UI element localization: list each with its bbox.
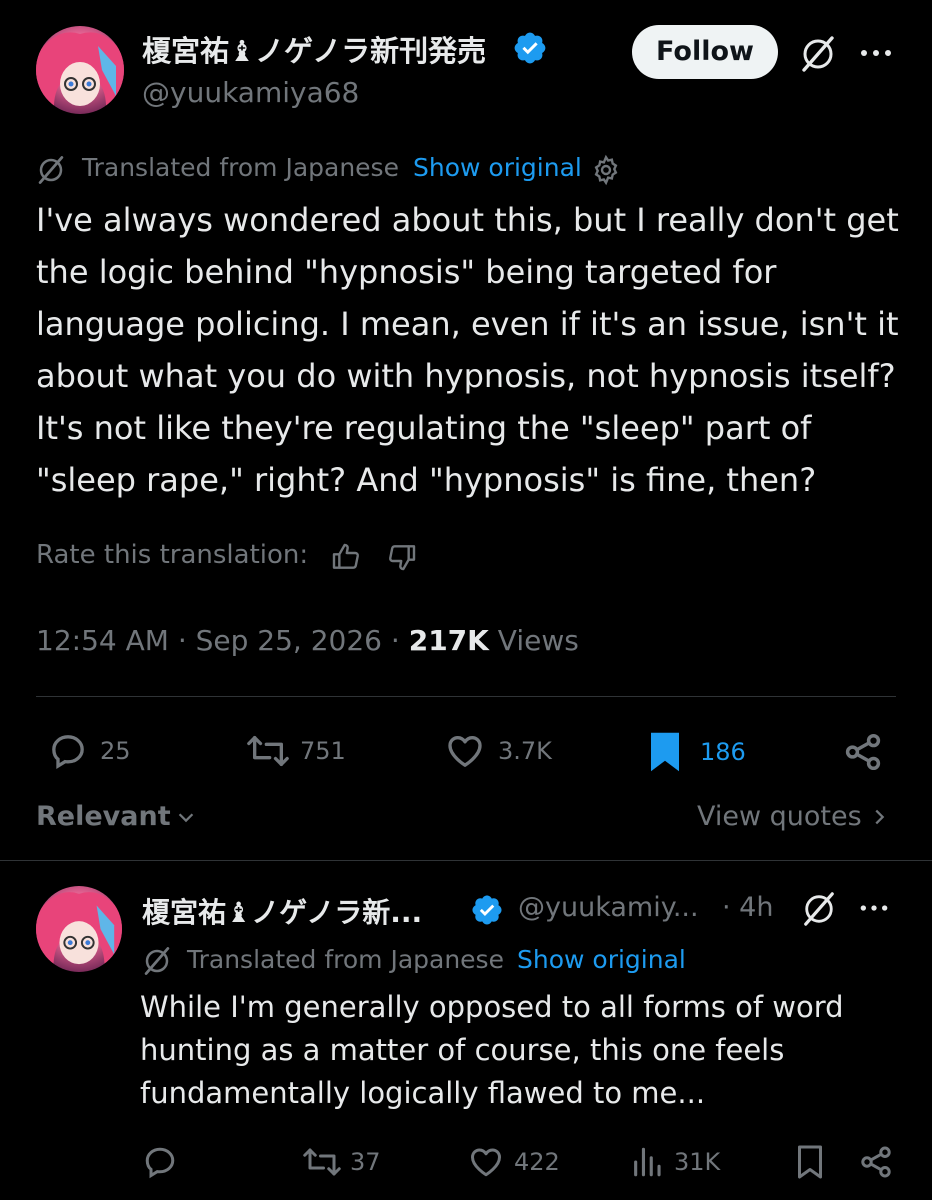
thumbs-down-icon[interactable] [386, 541, 418, 573]
tweet-time[interactable]: 12:54 AM [36, 624, 169, 657]
views-button[interactable]: 31K [630, 1144, 720, 1180]
bookmark-filled-icon [651, 732, 679, 772]
share-icon[interactable] [842, 731, 884, 773]
bookmark-count: 186 [700, 738, 746, 766]
rate-translation-label: Rate this translation: [36, 540, 309, 570]
tweet-text: I've always wondered about this, but I r… [36, 201, 899, 499]
reply-icon [145, 1147, 175, 1179]
views-count: 31K [674, 1148, 721, 1176]
grok-icon[interactable] [800, 36, 836, 72]
reply-text: While I'm generally opposed to all forms… [140, 990, 844, 1110]
translate-icon [36, 155, 66, 185]
show-original-link[interactable]: Show original [413, 153, 582, 182]
like-button[interactable]: 422 [468, 1144, 560, 1180]
repost-count: 37 [350, 1148, 381, 1176]
divider [36, 696, 896, 697]
views-count: 217K [408, 624, 489, 657]
translated-label: Translated from Japanese [187, 945, 504, 974]
views-icon [634, 1147, 661, 1177]
sort-relevant-dropdown[interactable]: Relevant [36, 801, 197, 832]
separator-dot: · [390, 624, 400, 657]
author-handle[interactable]: @yuukamiya68 [142, 76, 359, 109]
repost-icon [247, 736, 289, 766]
reply-avatar[interactable] [36, 886, 122, 972]
like-count: 3.7K [498, 737, 552, 765]
verified-badge-icon [470, 893, 504, 927]
reply-author-handle[interactable]: @yuukamiy... [518, 892, 699, 923]
reply-time[interactable]: · 4h [722, 892, 773, 923]
repost-button[interactable]: 751 [246, 731, 346, 771]
translated-label: Translated from Japanese [82, 153, 399, 182]
divider [0, 860, 932, 861]
reply-count: 25 [100, 737, 131, 765]
repost-button[interactable]: 37 [302, 1144, 381, 1180]
verified-badge-icon [512, 30, 548, 66]
view-quotes-link[interactable]: View quotes [697, 801, 890, 832]
grok-icon[interactable] [802, 892, 836, 926]
author-name[interactable]: 榎宮祐♝ノゲノラ新刊発売 [142, 28, 486, 70]
like-button[interactable]: 3.7K [444, 731, 552, 771]
more-icon[interactable] [858, 48, 894, 58]
view-quotes-label: View quotes [697, 801, 862, 832]
reply-button[interactable]: 25 [48, 731, 131, 771]
show-original-link[interactable]: Show original [517, 945, 686, 974]
translate-icon [142, 946, 172, 976]
bookmark-icon [798, 1145, 822, 1179]
reply-icon [52, 735, 84, 769]
like-count: 422 [514, 1148, 560, 1176]
heart-icon [448, 736, 482, 767]
author-avatar[interactable] [36, 26, 124, 114]
separator-dot: · [177, 624, 187, 657]
reply-button[interactable] [142, 1144, 178, 1180]
bookmark-button[interactable]: 186 [646, 731, 746, 773]
timestamp-line: 12:54 AM · Sep 25, 2026 · 217K Views [36, 624, 579, 657]
bookmark-button[interactable] [794, 1144, 826, 1180]
follow-button[interactable]: Follow [632, 25, 778, 79]
repost-count: 751 [300, 737, 346, 765]
more-icon[interactable] [858, 903, 890, 913]
tweet-date[interactable]: Sep 25, 2026 [196, 624, 382, 657]
chevron-right-icon [875, 809, 884, 824]
sort-label: Relevant [36, 801, 171, 832]
repost-icon [303, 1148, 341, 1176]
reply-author-name[interactable]: 榎宮祐♝ノゲノラ新... [142, 891, 422, 931]
settings-gear-icon[interactable] [590, 154, 622, 186]
share-icon[interactable] [858, 1144, 894, 1180]
heart-icon [471, 1148, 501, 1177]
views-label: Views [497, 624, 579, 657]
chevron-down-icon [178, 812, 193, 822]
thumbs-up-icon[interactable] [330, 541, 362, 573]
